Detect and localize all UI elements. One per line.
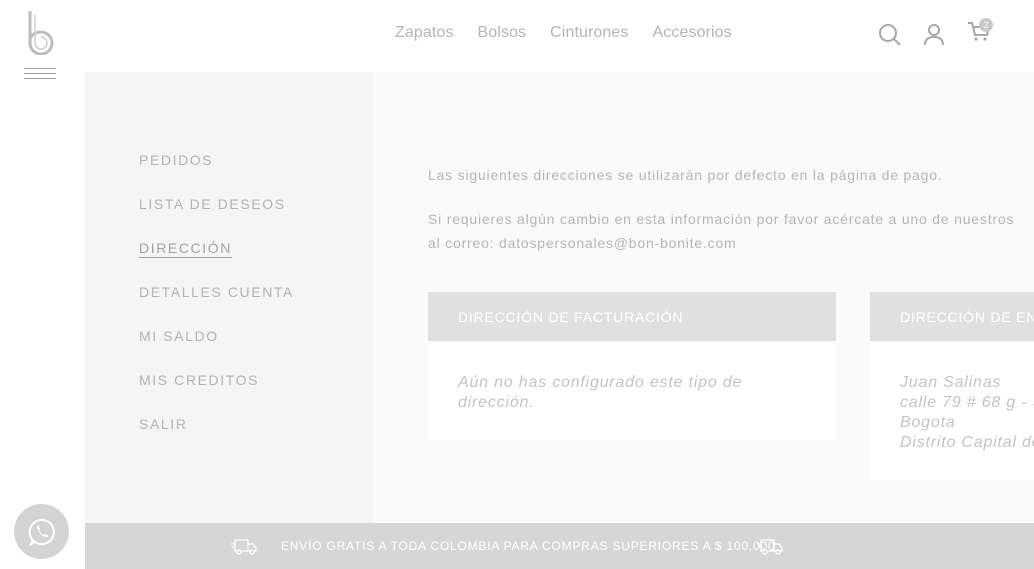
account-menu-mis-creditos[interactable]: MIS CREDITOS	[139, 372, 259, 388]
billing-address-card: DIRECCIÓN DE FACTURACIÓN Aún no has conf…	[428, 292, 836, 440]
contact-text: Si requieres algún cambio en esta inform…	[428, 207, 1014, 255]
account-menu-salir[interactable]: SALIR	[139, 416, 187, 432]
shipping-line-city: Bogota	[900, 414, 956, 431]
account-menu-lista-deseos[interactable]: LISTA DE DESEOS	[139, 196, 286, 212]
shipping-line-region: Distrito Capital de	[900, 434, 1034, 451]
billing-empty-message: Aún no has configurado este tipo de dire…	[458, 374, 743, 411]
billing-address-header[interactable]: DIRECCIÓN DE FACTURACIÓN	[428, 292, 836, 341]
truck-icon	[231, 539, 257, 555]
shipping-address-card: DIRECCIÓN DE ENVÍO Juan Salinas calle 79…	[870, 292, 1034, 480]
user-icon[interactable]	[920, 20, 948, 48]
nav-cinturones[interactable]: Cinturones	[550, 24, 628, 42]
account-menu-detalles-cuenta[interactable]: DETALLES CUENTA	[139, 284, 294, 300]
account-menu: PEDIDOS LISTA DE DESEOS DIRECCIÓN DETALL…	[139, 150, 294, 458]
search-icon[interactable]	[876, 20, 904, 48]
billing-address-title: DIRECCIÓN DE FACTURACIÓN	[458, 308, 684, 325]
account-menu-pedidos[interactable]: PEDIDOS	[139, 152, 213, 168]
truck-icon	[757, 539, 783, 555]
header: Zapatos Bolsos Cinturones Accesorios 2	[85, 0, 1034, 72]
nav-bolsos[interactable]: Bolsos	[478, 24, 527, 42]
contact-text-line1: Si requieres algún cambio en esta inform…	[428, 211, 1015, 227]
account-menu-direccion[interactable]: DIRECCIÓN	[139, 240, 232, 258]
shipping-address-header[interactable]: DIRECCIÓN DE ENVÍO	[870, 292, 1034, 341]
nav-zapatos[interactable]: Zapatos	[395, 24, 454, 42]
shipping-address-body: Juan Salinas calle 79 # 68 g - 3 Bogota …	[870, 341, 1034, 453]
contact-text-line2: al correo: datospersonales@bon-bonite.co…	[428, 235, 737, 251]
main-nav: Zapatos Bolsos Cinturones Accesorios	[395, 24, 732, 42]
account-menu-mi-saldo[interactable]: MI SALDO	[139, 328, 219, 344]
logo[interactable]	[26, 9, 56, 55]
whatsapp-button[interactable]	[14, 504, 69, 559]
intro-text: Las siguientes direcciones se utilizarán…	[428, 167, 943, 183]
shipping-line-street: calle 79 # 68 g - 3	[900, 394, 1034, 411]
billing-address-body: Aún no has configurado este tipo de dire…	[428, 341, 836, 413]
shipping-address-title: DIRECCIÓN DE ENVÍO	[900, 308, 1034, 325]
promo-banner: ENVÍO GRATIS A TODA COLOMBIA PARA COMPRA…	[85, 523, 1034, 569]
hamburger-icon[interactable]	[24, 68, 56, 84]
whatsapp-icon	[28, 518, 55, 546]
cart-count-badge: 2	[979, 18, 993, 32]
shipping-line-name: Juan Salinas	[900, 374, 1002, 391]
promo-text: ENVÍO GRATIS A TODA COLOMBIA PARA COMPRA…	[281, 539, 776, 553]
nav-accesorios[interactable]: Accesorios	[653, 24, 732, 42]
left-rail	[0, 0, 85, 569]
